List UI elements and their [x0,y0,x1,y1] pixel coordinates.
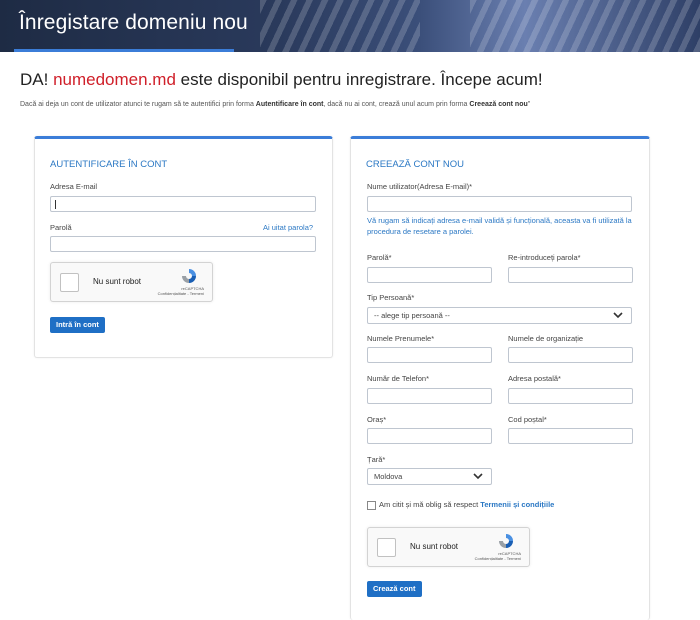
register-password-input[interactable] [367,267,492,283]
page-title: Înregistare domeniu nou [19,11,248,34]
org-input[interactable] [508,347,633,363]
phone-input[interactable] [367,388,492,404]
login-card: AUTENTIFICARE ÎN CONT Adresa E-mail Paro… [34,136,333,358]
postal-input[interactable] [508,428,633,444]
create-account-button[interactable]: Crează cont [367,581,422,597]
intro-register-ref: Creează cont nou [469,101,528,108]
person-type-label: Tip Persoană* [367,293,415,302]
banner-pattern [470,0,700,52]
postal-label: Cod poștal* [508,415,547,424]
intro-text-part: , dacă nu ai cont, crează unul acum prin… [323,101,470,108]
forgot-password-link[interactable]: Ai uitat parola? [263,223,313,232]
login-password-input[interactable] [50,236,316,252]
headline-prefix: DA! [20,70,49,89]
city-label: Oraș* [367,415,387,424]
register-card: CREEAZĂ CONT NOU Nume utilizator(Adresa … [350,136,650,620]
country-value: Moldova [374,472,403,481]
recaptcha-logo-icon [499,534,513,548]
banner-pattern [260,0,420,52]
intro-login-ref: Autentificare în cont [255,101,324,108]
availability-headline: DA! numedomen.md este disponibil pentru … [20,70,543,90]
terms-link[interactable]: Termenii și condițiile [480,500,554,509]
chevron-down-icon [473,473,483,480]
recaptcha-checkbox[interactable] [60,273,79,292]
intro-text-part: " [527,101,531,108]
login-title: AUTENTIFICARE ÎN CONT [50,159,168,170]
password-repeat-input[interactable] [508,267,633,283]
name-label: Numele Prenumele* [367,334,435,343]
phone-label: Număr de Telefon* [367,374,429,383]
register-password-label: Parolă* [367,253,392,262]
recaptcha-brand: reCAPTCHA Confidențialitate - Termeni [158,286,204,296]
title-underline [14,49,234,52]
domain-name: numedomen.md [53,70,176,89]
recaptcha-logo-icon [182,269,196,283]
register-recaptcha: Nu sunt robot reCAPTCHA Confidențialitate… [367,527,530,567]
login-recaptcha: Nu sunt robot reCAPTCHA Confidențialitate… [50,262,213,302]
recaptcha-brand: reCAPTCHA Confidențialitate - Termeni [475,551,521,561]
recaptcha-links[interactable]: Confidențialitate - Termeni [158,291,204,296]
city-input[interactable] [367,428,492,444]
intro-text-part: Dacă ai deja un cont de utilizator atunc… [20,101,256,108]
address-label: Adresa postală* [508,374,561,383]
login-button[interactable]: Intră în cont [50,317,105,333]
name-input[interactable] [367,347,492,363]
country-select[interactable]: Moldova [367,468,492,485]
recaptcha-checkbox[interactable] [377,538,396,557]
recaptcha-label: Nu sunt robot [410,542,459,551]
text-caret [55,200,56,209]
recaptcha-label: Nu sunt robot [93,277,142,286]
address-input[interactable] [508,388,633,404]
password-label: Parolă [50,223,72,232]
recaptcha-links[interactable]: Confidențialitate - Termeni [475,556,521,561]
register-title: CREEAZĂ CONT NOU [366,159,465,170]
register-username-input[interactable] [367,196,632,212]
email-label: Adresa E-mail [50,182,98,191]
country-label: Țară* [367,455,386,464]
login-email-input[interactable] [50,196,316,212]
terms-prefix: Am citit și mă oblig să respect [379,500,479,509]
username-label: Nume utilizator(Adresa E-mail)* [367,182,473,191]
person-type-value: -- alege tip persoană -- [374,311,450,320]
person-type-select[interactable]: -- alege tip persoană -- [367,307,632,324]
headline-suffix: este disponibil pentru inregistrare. Înc… [180,70,543,89]
header-banner: Înregistare domeniu nou [0,0,700,52]
intro-text: Dacă ai deja un cont de utilizator atunc… [20,101,530,108]
terms-checkbox[interactable] [367,501,376,510]
username-note: Vă rugam să indicați adresa e-mail valid… [367,216,632,236]
terms-text: Am citit și mă oblig să respect Termenii… [379,500,554,509]
chevron-down-icon [613,312,623,319]
org-label: Numele de organizație [508,334,584,343]
password-repeat-label: Re-introduceți parola* [508,253,581,262]
